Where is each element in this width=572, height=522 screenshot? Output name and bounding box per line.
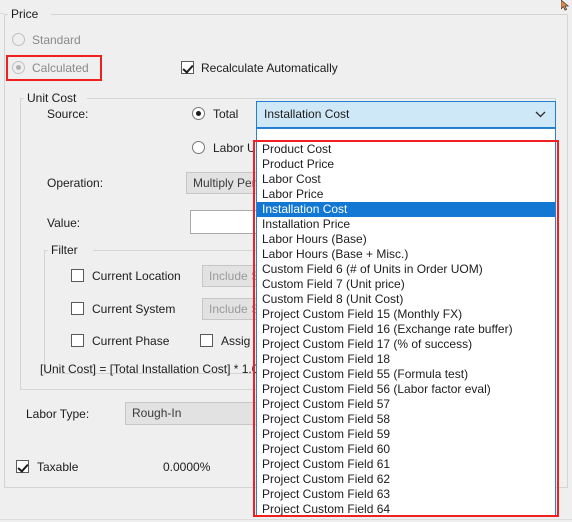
panel-top-divider xyxy=(0,13,4,14)
source-label: Source: xyxy=(47,107,89,121)
current-system-combobox[interactable]: Include S xyxy=(202,298,264,320)
labor-type-label: Labor Type: xyxy=(26,407,90,421)
source-combobox[interactable]: Installation Cost xyxy=(256,101,556,128)
cursor-artifact xyxy=(561,0,570,11)
price-settings-panel: Price Standard Calculated Recalculate Au… xyxy=(0,0,572,522)
checkbox-current-system[interactable] xyxy=(71,302,84,315)
dropdown-top-spacer xyxy=(257,129,555,142)
current-location-combobox[interactable]: Include S xyxy=(202,265,264,287)
unit-cost-formula: [Unit Cost] = [Total Installation Cost] … xyxy=(40,362,259,376)
dropdown-option[interactable]: Project Custom Field 61 xyxy=(257,457,555,472)
chevron-down-icon[interactable] xyxy=(535,102,546,127)
dropdown-option[interactable]: Project Custom Field 63 xyxy=(257,487,555,502)
current-location-label: Current Location xyxy=(92,269,181,283)
source-combobox-value: Installation Cost xyxy=(264,107,350,121)
tax-rate-value: 0.0000% xyxy=(163,460,211,474)
price-groupbox-title: Price xyxy=(8,8,42,21)
current-system-label: Current System xyxy=(92,302,176,316)
dropdown-option[interactable]: Project Custom Field 57 xyxy=(257,397,555,412)
dropdown-option[interactable]: Project Custom Field 16 (Exchange rate b… xyxy=(257,322,555,337)
dropdown-option[interactable]: Custom Field 7 (Unit price) xyxy=(257,277,555,292)
dropdown-option[interactable]: Project Custom Field 58 xyxy=(257,412,555,427)
dropdown-option[interactable]: Project Custom Field 59 xyxy=(257,427,555,442)
value-input[interactable] xyxy=(190,210,264,234)
dropdown-options[interactable]: Product Cost Product Price Labor Cost Labor… xyxy=(257,142,555,515)
radio-source-labor-unit-label: Labor U xyxy=(213,141,256,155)
dropdown-option[interactable]: Installation Price xyxy=(257,217,555,232)
filter-groupbox-title: Filter xyxy=(48,244,81,257)
dropdown-option[interactable]: Labor Hours (Base) xyxy=(257,232,555,247)
dropdown-option[interactable]: Product Price xyxy=(257,157,555,172)
dropdown-option[interactable]: Custom Field 8 (Unit Cost) xyxy=(257,292,555,307)
value-label: Value: xyxy=(47,216,81,230)
dropdown-option[interactable]: Project Custom Field 55 (Formula test) xyxy=(257,367,555,382)
current-phase-label: Current Phase xyxy=(92,334,170,348)
radio-source-total[interactable] xyxy=(192,107,205,120)
dropdown-option[interactable]: Labor Cost xyxy=(257,172,555,187)
checkbox-taxable[interactable] xyxy=(16,460,29,473)
panel-bottom-divider xyxy=(0,519,572,520)
operation-combobox[interactable]: Multiply Per xyxy=(186,172,264,194)
checkbox-recalculate-automatically[interactable] xyxy=(181,61,194,74)
radio-source-total-label: Total xyxy=(213,107,239,121)
dropdown-option[interactable]: Project Custom Field 17 (% of success) xyxy=(257,337,555,352)
dropdown-option[interactable]: Custom Field 6 (# of Units in Order UOM) xyxy=(257,262,555,277)
radio-source-labor-unit[interactable] xyxy=(192,141,205,154)
labor-type-combobox[interactable]: Rough-In xyxy=(125,402,265,425)
unit-cost-groupbox-title: Unit Cost xyxy=(24,92,80,105)
dropdown-option[interactable]: Project Custom Field 64 xyxy=(257,502,555,515)
radio-calculated-label: Calculated xyxy=(32,61,89,75)
operation-label: Operation: xyxy=(47,176,104,190)
dropdown-option[interactable]: Project Custom Field 62 xyxy=(257,472,555,487)
checkbox-current-location[interactable] xyxy=(71,269,84,282)
checkbox-assign[interactable] xyxy=(200,334,213,347)
dropdown-option[interactable]: Project Custom Field 56 (Labor factor ev… xyxy=(257,382,555,397)
dropdown-option[interactable]: Project Custom Field 60 xyxy=(257,442,555,457)
radio-standard-label: Standard xyxy=(32,33,81,47)
assign-label: Assig xyxy=(221,334,251,348)
recalculate-automatically-label: Recalculate Automatically xyxy=(201,61,338,75)
radio-calculated[interactable] xyxy=(12,61,25,74)
radio-standard[interactable] xyxy=(12,33,25,46)
dropdown-option[interactable]: Installation Cost xyxy=(257,202,555,217)
dropdown-option[interactable]: Labor Price xyxy=(257,187,555,202)
taxable-label: Taxable xyxy=(37,460,79,474)
checkbox-current-phase[interactable] xyxy=(71,334,84,347)
dropdown-option[interactable]: Product Cost xyxy=(257,142,555,157)
dropdown-option[interactable]: Project Custom Field 15 (Monthly FX) xyxy=(257,307,555,322)
source-dropdown-list[interactable]: Product Cost Product Price Labor Cost Labor… xyxy=(256,128,556,516)
dropdown-option[interactable]: Labor Hours (Base + Misc.) xyxy=(257,247,555,262)
dropdown-option[interactable]: Project Custom Field 18 xyxy=(257,352,555,367)
